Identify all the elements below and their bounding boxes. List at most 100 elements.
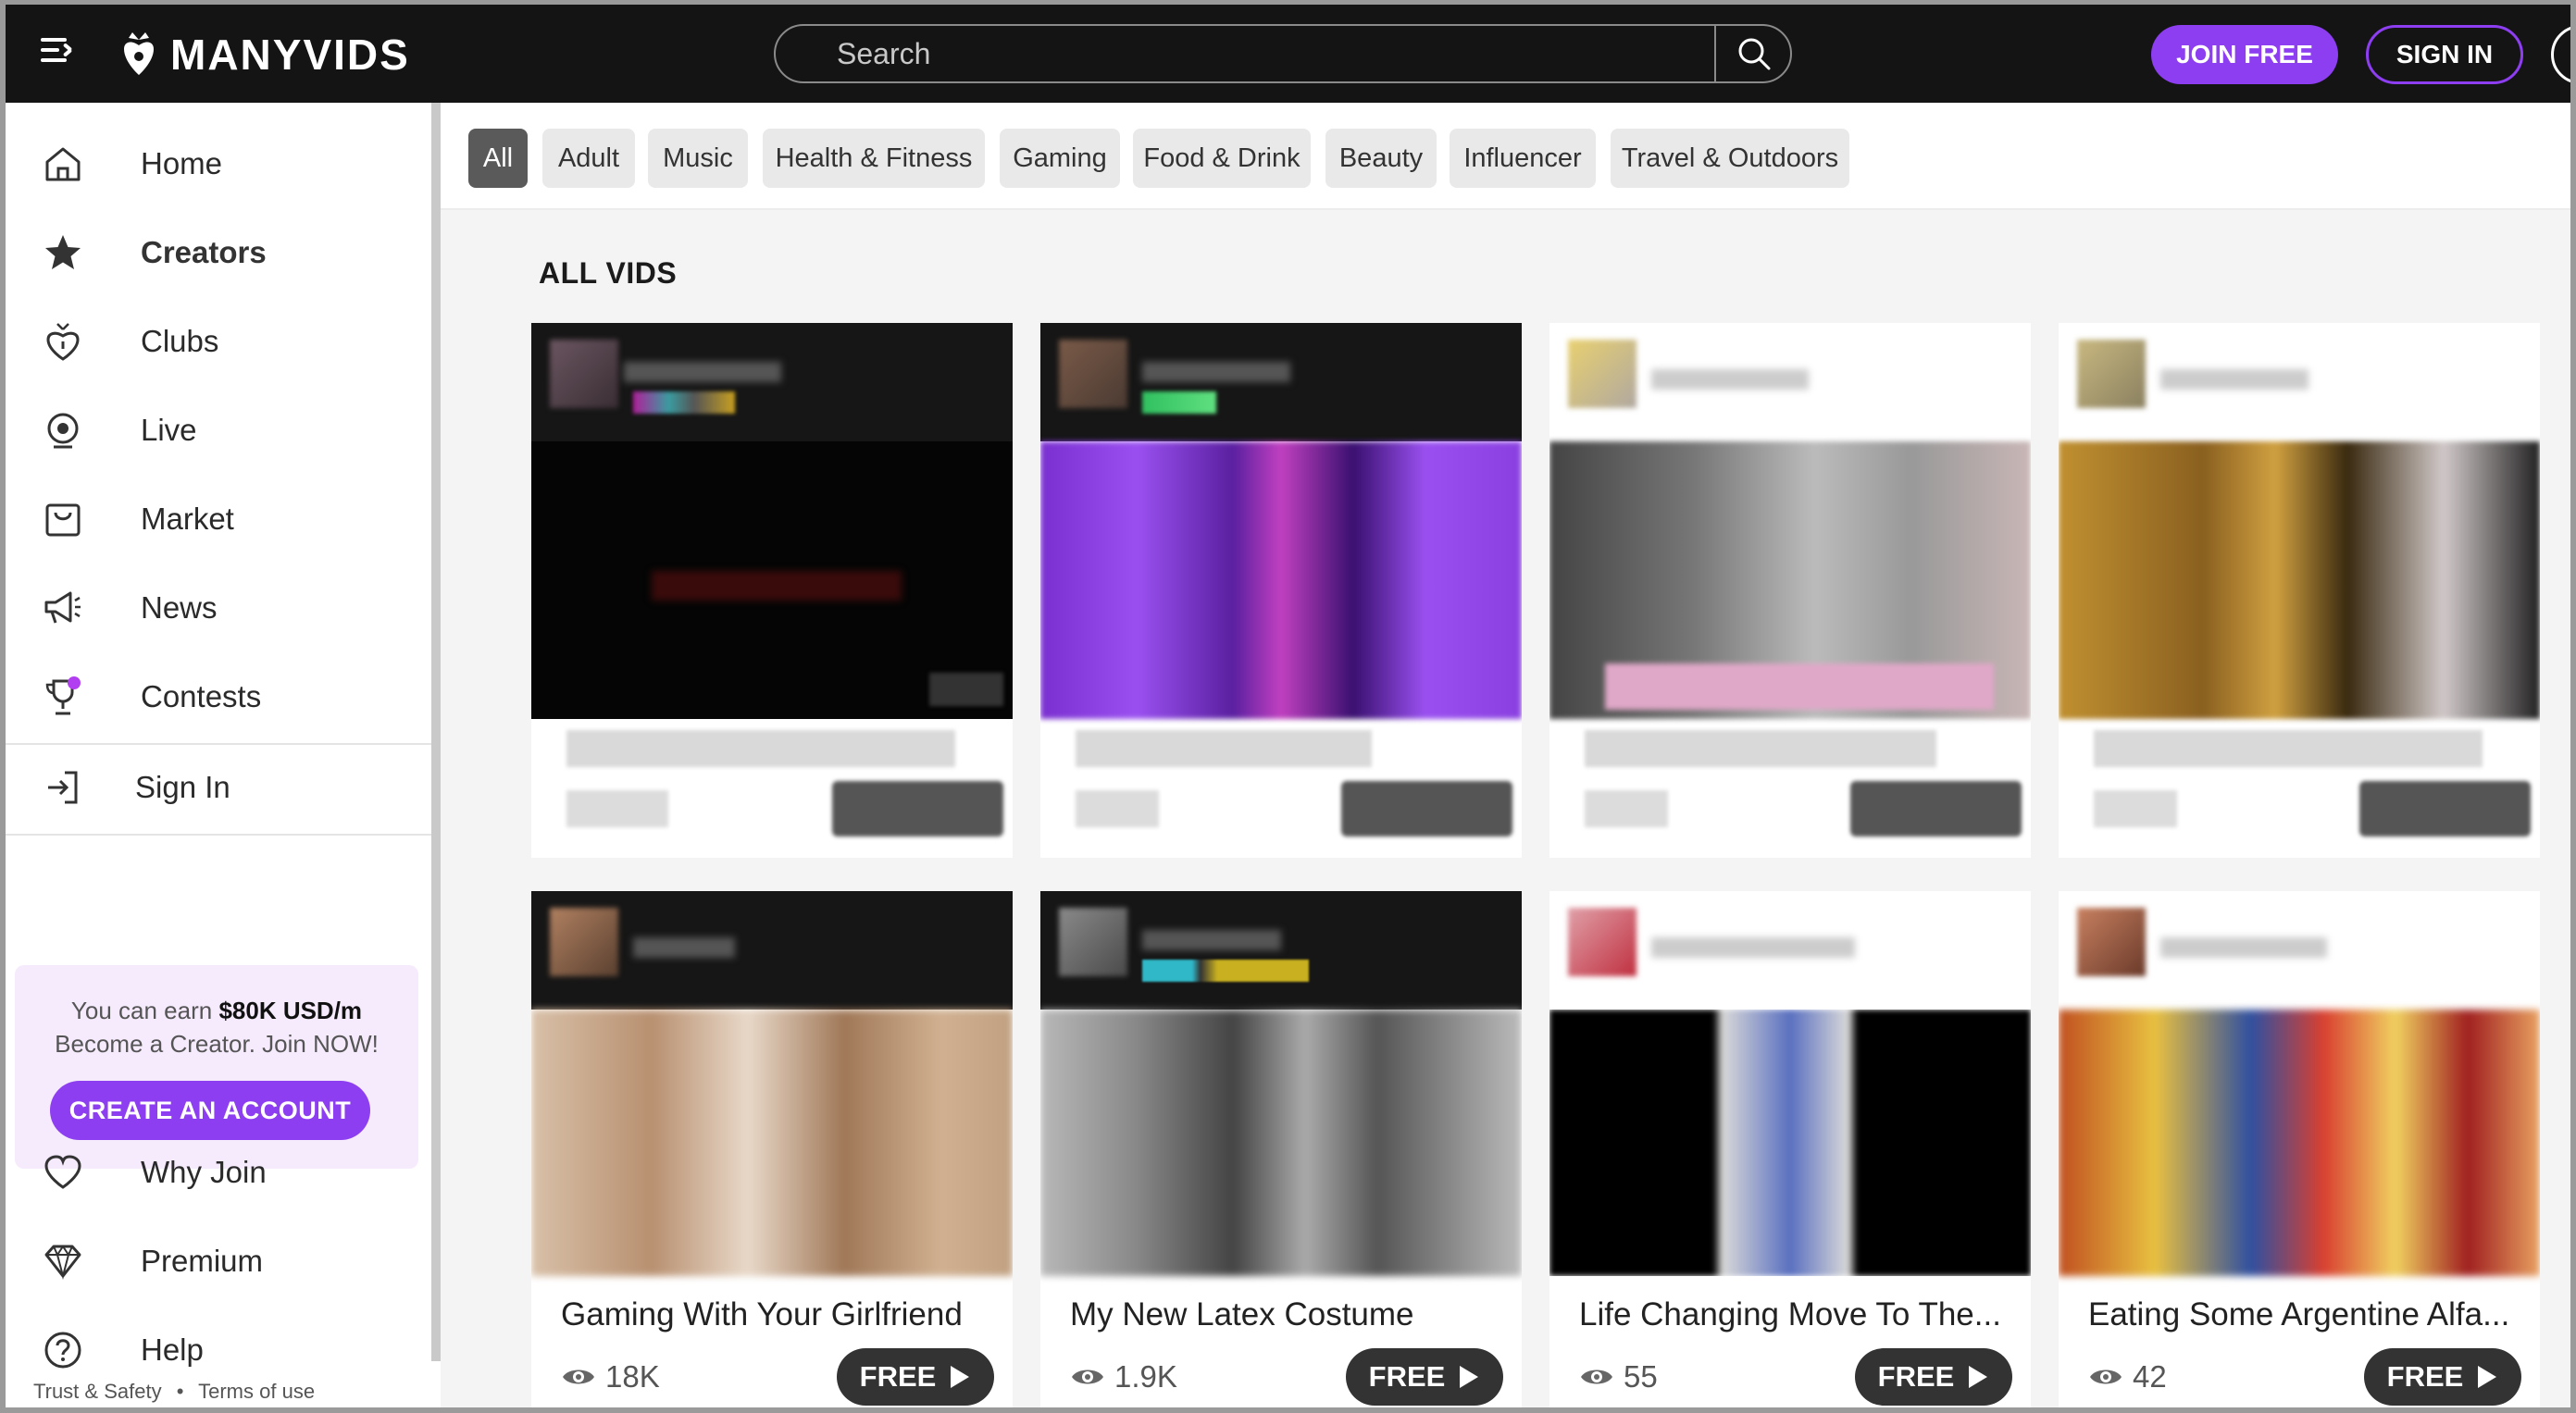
sign-in-button[interactable]: SIGN IN bbox=[2366, 25, 2523, 84]
category-health-fitness[interactable]: Health & Fitness bbox=[763, 129, 985, 188]
promo-cta-text: Become a Creator. Join NOW! bbox=[55, 1030, 379, 1058]
creator-avatar[interactable] bbox=[550, 908, 618, 976]
sign-in-icon bbox=[43, 767, 83, 808]
video-title[interactable]: My New Latex Costume bbox=[1070, 1296, 1496, 1333]
sidebar-item-label: Sign In bbox=[135, 770, 230, 804]
promo-earn-amount: $80K USD/m bbox=[218, 997, 363, 1024]
sidebar-item-label: Home bbox=[141, 146, 223, 180]
logo-icon bbox=[124, 32, 154, 75]
manyvids-logo[interactable]: MANYVIDS bbox=[120, 27, 410, 82]
sidebar-item-creators[interactable]: Creators bbox=[6, 212, 431, 293]
sidebar-item-news[interactable]: News bbox=[6, 567, 431, 649]
category-bar: All Adult Music Health & Fitness Gaming … bbox=[441, 103, 2570, 210]
search-input[interactable] bbox=[776, 26, 1714, 81]
search-bar bbox=[774, 24, 1792, 83]
video-card[interactable] bbox=[1040, 323, 1522, 858]
eye-icon bbox=[1072, 1370, 1103, 1384]
video-title[interactable]: Eating Some Argentine Alfa... bbox=[2088, 1296, 2514, 1333]
video-thumbnail[interactable] bbox=[1040, 1010, 1522, 1276]
video-views: 42 bbox=[2088, 1359, 2167, 1394]
video-title[interactable]: Gaming With Your Girlfriend bbox=[561, 1296, 987, 1333]
category-adult[interactable]: Adult bbox=[542, 129, 635, 188]
trust-safety-link[interactable]: Trust & Safety bbox=[33, 1380, 162, 1403]
free-play-button[interactable]: FREE bbox=[1346, 1348, 1503, 1406]
sidebar-item-help[interactable]: Help bbox=[6, 1309, 431, 1391]
price-label: FREE bbox=[859, 1360, 937, 1393]
video-thumbnail[interactable] bbox=[1549, 1010, 2031, 1276]
search-button[interactable] bbox=[1716, 26, 1792, 81]
video-card[interactable]: Gaming With Your Girlfriend 18K FREE bbox=[531, 891, 1013, 1407]
creator-name-blurred bbox=[2160, 937, 2327, 958]
creator-avatar[interactable] bbox=[1059, 340, 1127, 408]
sidebar-item-market[interactable]: Market bbox=[6, 478, 431, 560]
sidebar-item-home[interactable]: Home bbox=[6, 123, 431, 205]
creator-avatar[interactable] bbox=[1568, 908, 1636, 976]
terms-link[interactable]: Terms of use bbox=[198, 1380, 315, 1403]
user-avatar[interactable] bbox=[2551, 25, 2570, 84]
card-creator-header bbox=[1040, 891, 1522, 1010]
creator-avatar[interactable] bbox=[1568, 340, 1636, 408]
eye-icon bbox=[1581, 1370, 1612, 1384]
creator-avatar[interactable] bbox=[2077, 340, 2146, 408]
video-thumbnail[interactable] bbox=[1549, 441, 2031, 719]
video-card[interactable]: My New Latex Costume 1.9K FREE bbox=[1040, 891, 1522, 1407]
sidebar-item-why-join[interactable]: Why Join bbox=[6, 1132, 431, 1213]
creator-name-blurred bbox=[1142, 362, 1290, 382]
category-food-drink[interactable]: Food & Drink bbox=[1133, 129, 1311, 188]
free-play-button[interactable]: FREE bbox=[837, 1348, 994, 1406]
video-thumbnail[interactable] bbox=[531, 441, 1013, 719]
video-card[interactable] bbox=[2059, 323, 2540, 858]
sidebar-scrollbar[interactable] bbox=[431, 103, 441, 1361]
category-travel-outdoors[interactable]: Travel & Outdoors bbox=[1611, 129, 1849, 188]
join-free-button[interactable]: JOIN FREE bbox=[2151, 25, 2338, 84]
views-count: 55 bbox=[1624, 1359, 1658, 1394]
creator-name-blurred bbox=[624, 362, 781, 382]
menu-toggle-icon[interactable] bbox=[41, 38, 78, 71]
category-influencer[interactable]: Influencer bbox=[1450, 129, 1596, 188]
sidebar-item-live[interactable]: Live bbox=[6, 390, 431, 471]
sidebar-item-sign-in[interactable]: Sign In bbox=[6, 747, 431, 828]
trophy-icon bbox=[43, 676, 83, 717]
video-card[interactable] bbox=[531, 323, 1013, 858]
card-creator-header bbox=[1040, 323, 1522, 441]
video-card[interactable]: Life Changing Move To The... 55 FREE bbox=[1549, 891, 2031, 1407]
video-price-blurred[interactable] bbox=[2359, 781, 2531, 837]
home-icon bbox=[43, 143, 83, 184]
search-icon bbox=[1738, 38, 1771, 70]
video-thumbnail[interactable] bbox=[2059, 441, 2540, 719]
sidebar: Home Creators Clubs Live Market News Con… bbox=[6, 103, 431, 1407]
category-music[interactable]: Music bbox=[648, 129, 748, 188]
creator-avatar[interactable] bbox=[2077, 908, 2146, 976]
video-views-blurred bbox=[1076, 790, 1159, 827]
sidebar-item-clubs[interactable]: Clubs bbox=[6, 301, 431, 382]
footer-separator: • bbox=[176, 1380, 184, 1403]
video-price-blurred[interactable] bbox=[1850, 781, 2022, 837]
sidebar-item-contests[interactable]: Contests bbox=[6, 656, 431, 737]
category-beauty[interactable]: Beauty bbox=[1325, 129, 1437, 188]
creator-avatar[interactable] bbox=[1059, 908, 1127, 976]
creator-avatar[interactable] bbox=[550, 340, 618, 408]
play-icon bbox=[1460, 1366, 1479, 1388]
free-play-button[interactable]: FREE bbox=[1855, 1348, 2012, 1406]
video-views-blurred bbox=[2094, 790, 2177, 827]
video-thumbnail[interactable] bbox=[2059, 1010, 2540, 1276]
sidebar-item-label: Market bbox=[141, 502, 234, 536]
video-card[interactable] bbox=[1549, 323, 2031, 858]
category-all[interactable]: All bbox=[468, 129, 528, 188]
footer-links: Trust & Safety • Terms of use bbox=[33, 1380, 324, 1404]
free-play-button[interactable]: FREE bbox=[2364, 1348, 2521, 1406]
sidebar-item-label: Creators bbox=[141, 235, 267, 269]
video-price-blurred[interactable] bbox=[1341, 781, 1512, 837]
video-thumbnail[interactable] bbox=[531, 1010, 1013, 1276]
video-card[interactable]: Eating Some Argentine Alfa... 42 FREE bbox=[2059, 891, 2540, 1407]
help-icon bbox=[43, 1330, 83, 1370]
video-price-blurred[interactable] bbox=[832, 781, 1003, 837]
price-label: FREE bbox=[1368, 1360, 1446, 1393]
sidebar-item-label: Contests bbox=[141, 679, 262, 713]
sidebar-item-premium[interactable]: Premium bbox=[6, 1221, 431, 1302]
video-title[interactable]: Life Changing Move To The... bbox=[1579, 1296, 2005, 1333]
video-thumbnail[interactable] bbox=[1040, 441, 1522, 719]
card-creator-header bbox=[531, 323, 1013, 441]
category-gaming[interactable]: Gaming bbox=[1000, 129, 1120, 188]
video-views-blurred bbox=[1585, 790, 1668, 827]
